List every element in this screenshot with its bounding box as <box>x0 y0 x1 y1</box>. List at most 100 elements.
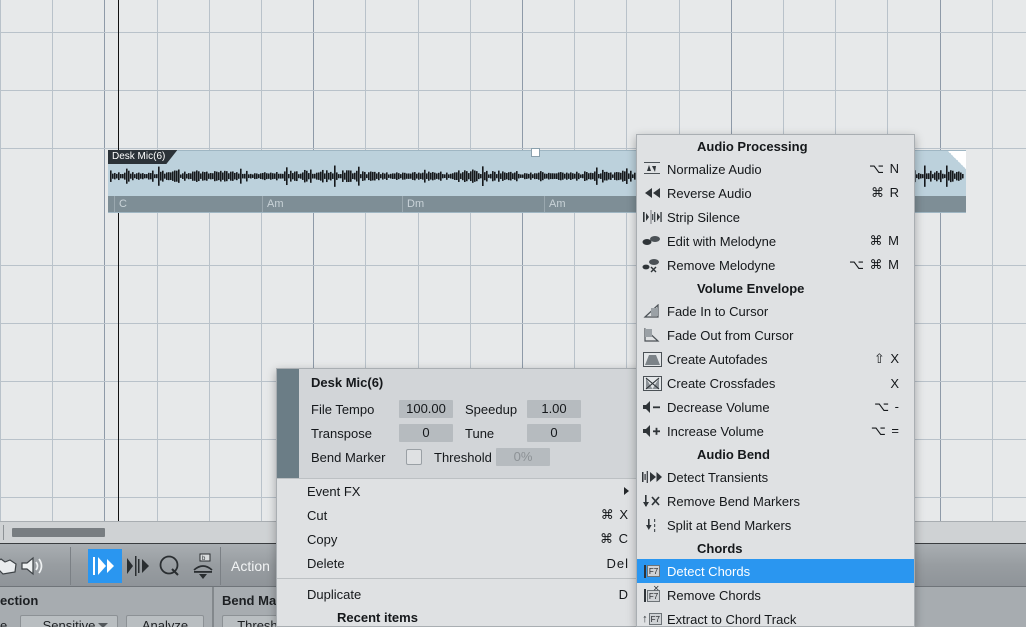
section-spacer <box>637 536 667 560</box>
menu-item-label: Decrease Volume <box>667 400 852 415</box>
menu-section-header: Audio Bend <box>637 443 914 465</box>
menu-item-shortcut: ⌥ - <box>852 399 900 415</box>
bend-markers-section-heading: Bend Ma <box>222 593 276 608</box>
clip-info-value[interactable]: 100.00 <box>399 400 453 418</box>
clip-fade-handle[interactable] <box>948 151 966 169</box>
section-spacer <box>277 605 307 627</box>
menu-item-cut[interactable]: Cut⌘ X <box>277 503 643 527</box>
event-context-menu[interactable]: Desk Mic(6) File Tempo100.00Speedup1.00 T… <box>276 368 644 627</box>
clip-info-value[interactable]: 0 <box>399 424 453 442</box>
no-icon <box>277 551 307 575</box>
menu-item-normalize-audio[interactable]: Normalize Audio⌥ N <box>637 157 914 181</box>
chord-cell[interactable]: Am <box>262 196 402 212</box>
menu-item-label: Remove Chords <box>667 588 878 603</box>
strip-silence-icon <box>637 205 667 229</box>
transient-tool-icon[interactable] <box>88 549 122 583</box>
audio-processing-context-menu[interactable]: Audio Processing Normalize Audio⌥ NRevers… <box>636 134 915 627</box>
daw-window: C Am Dm Am Em G Desk Mic(6) <box>0 0 1026 627</box>
transients-icon <box>637 465 667 489</box>
menu-item-shortcut: ⌘ M <box>848 233 900 249</box>
menu-section-label: Volume Envelope <box>667 281 900 296</box>
menu-item-extract-to-chord-track[interactable]: ↑F7Extract to Chord Track <box>637 607 914 627</box>
clip-info-value2[interactable]: 0% <box>496 448 550 466</box>
menu-item-shortcut: ⇧ X <box>852 351 900 367</box>
scroll-thumb[interactable] <box>12 528 105 537</box>
clip-resize-handle[interactable] <box>531 148 540 157</box>
tempo-icon[interactable]: b <box>186 549 220 583</box>
menu-item-shortcut: ⌘ C <box>578 531 629 547</box>
remove-bend-icon <box>637 489 667 513</box>
chevron-down-icon[interactable] <box>98 623 108 627</box>
menu-item-label: Fade In to Cursor <box>667 304 878 319</box>
clip-info-label: Bend Marker <box>311 450 399 465</box>
f7-bar: F7 <box>637 559 667 583</box>
menu-item-split-at-bend-markers[interactable]: Split at Bend Markers <box>637 513 914 537</box>
clip-info-title: Desk Mic(6) <box>311 375 633 390</box>
menu-item-shortcut: ⌘ R <box>849 185 900 201</box>
clip-info-label: File Tempo <box>311 402 399 417</box>
volume-up-icon <box>637 419 667 443</box>
action-label[interactable]: Action <box>231 549 270 583</box>
menu-item-create-autofades[interactable]: Create Autofades⇧ X <box>637 347 914 371</box>
menu-item-label: Increase Volume <box>667 424 849 439</box>
panel-divider <box>212 587 214 627</box>
menu-item-shortcut: ⌥ = <box>849 423 900 439</box>
section-spacer <box>637 134 667 158</box>
menu-item-fade-in-to-cursor[interactable]: Fade In to Cursor <box>637 299 914 323</box>
menu-item-edit-with-melodyne[interactable]: Edit with Melodyne⌘ M <box>637 229 914 253</box>
menu-item-shortcut: Del <box>584 556 629 571</box>
menu-item-delete[interactable]: DeleteDel <box>277 551 643 575</box>
menu-item-shortcut: D <box>597 587 629 602</box>
clip-info-label: Transpose <box>311 426 399 441</box>
bend-tool-icon[interactable] <box>122 549 156 583</box>
menu-item-shortcut: ⌘ X <box>579 507 629 523</box>
chord-cell[interactable]: C <box>114 196 262 212</box>
scroll-tick <box>3 525 4 540</box>
menu-item-create-crossfades[interactable]: Create CrossfadesX <box>637 371 914 395</box>
detection-row-label: e <box>0 618 7 627</box>
analyze-button[interactable]: Analyze <box>126 615 204 627</box>
menu-item-strip-silence[interactable]: Strip Silence <box>637 205 914 229</box>
menu-item-remove-bend-markers[interactable]: Remove Bend Markers <box>637 489 914 513</box>
detection-section-heading: ection <box>0 593 38 608</box>
menu-section-label: Audio Processing <box>667 139 900 154</box>
clip-info-row: Bend Marker Threshold0% <box>311 445 633 469</box>
menu-item-label: Fade Out from Cursor <box>667 328 878 343</box>
menu-item-remove-melodyne[interactable]: Remove Melodyne⌥ ⌘ M <box>637 253 914 277</box>
menu-item-shortcut: ⌥ ⌘ M <box>827 257 900 273</box>
menu-item-reverse-audio[interactable]: Reverse Audio⌘ R <box>637 181 914 205</box>
menu-item-label: Duplicate <box>307 587 597 602</box>
section-spacer <box>637 276 667 300</box>
menu-section-label: Recent items <box>307 610 629 625</box>
bend-marker-checkbox[interactable] <box>406 449 422 465</box>
menu-separator <box>277 578 643 579</box>
fade-in-icon <box>637 299 667 323</box>
quantize-icon[interactable] <box>153 549 187 583</box>
chord-cell[interactable]: Dm <box>402 196 544 212</box>
menu-item-label: Remove Melodyne <box>667 258 827 273</box>
menu-item-remove-chords[interactable]: F7✕Remove Chords <box>637 583 914 607</box>
clip-info-label2: Threshold <box>422 450 496 465</box>
menu-item-detect-chords[interactable]: F7Detect Chords <box>637 559 914 583</box>
clip-title-label[interactable]: Desk Mic(6) <box>108 150 177 164</box>
menu-item-increase-volume[interactable]: Increase Volume⌥ = <box>637 419 914 443</box>
menu-item-event-fx[interactable]: Event FX <box>277 479 643 503</box>
menu-item-detect-transients[interactable]: Detect Transients <box>637 465 914 489</box>
clip-info-value2[interactable]: 0 <box>527 424 581 442</box>
section-spacer <box>637 442 667 466</box>
playhead[interactable] <box>118 0 119 528</box>
no-icon <box>277 527 307 551</box>
clip-info-row: File Tempo100.00Speedup1.00 <box>311 397 633 421</box>
menu-item-copy[interactable]: Copy⌘ C <box>277 527 643 551</box>
crossfade-icon <box>637 371 667 395</box>
menu-item-duplicate[interactable]: DuplicateD <box>277 582 643 606</box>
menu-item-label: Split at Bend Markers <box>667 518 878 533</box>
no-icon <box>277 503 307 527</box>
menu-item-label: Strip Silence <box>667 210 878 225</box>
clip-info-value2[interactable]: 1.00 <box>527 400 581 418</box>
menu-section-header: Audio Processing <box>637 135 914 157</box>
clip-info-label2: Tune <box>453 426 527 441</box>
menu-item-fade-out-from-cursor[interactable]: Fade Out from Cursor <box>637 323 914 347</box>
menu-item-decrease-volume[interactable]: Decrease Volume⌥ - <box>637 395 914 419</box>
speaker-icon[interactable] <box>16 549 50 583</box>
